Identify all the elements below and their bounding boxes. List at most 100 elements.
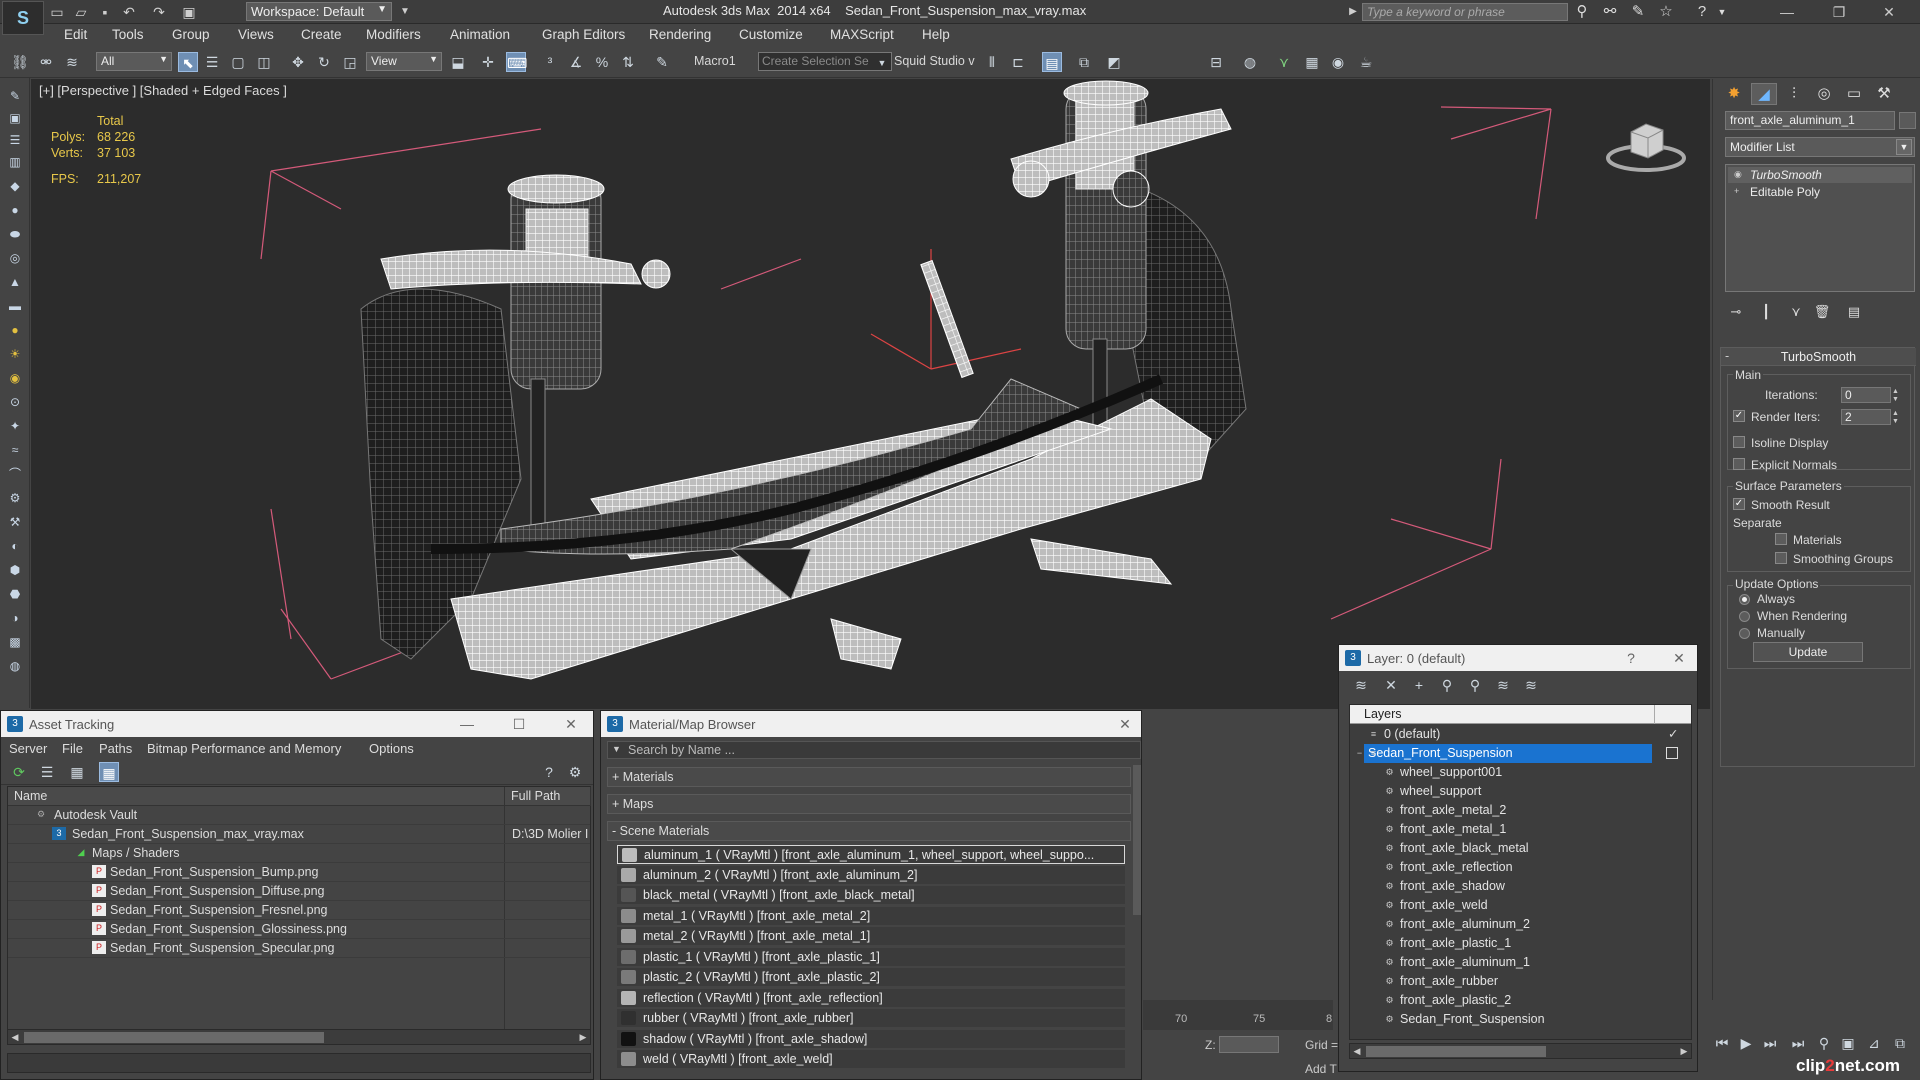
asset-tracking-header[interactable]: 3 Asset Tracking — ☐ ✕ (1, 711, 593, 737)
material-item[interactable]: shadow ( VRayMtl ) [front_axle_shadow] (617, 1030, 1125, 1049)
table-row[interactable]: P Sedan_Front_Suspension_Glossiness.png (8, 920, 590, 939)
object-color-swatch[interactable] (1899, 112, 1916, 129)
layer-row[interactable]: ⚙ front_axle_reflection (1350, 858, 1691, 877)
table-row[interactable]: P Sedan_Front_Suspension_Bump.png (8, 863, 590, 882)
menu-rendering[interactable]: Rendering (649, 27, 711, 42)
add-time-tag-label[interactable]: Add T (1305, 1062, 1337, 1076)
object-name-field[interactable]: front_axle_aluminum_1 (1725, 111, 1895, 130)
strip-systems-icon[interactable]: ⚙ (6, 490, 24, 506)
update-button[interactable]: Update (1753, 642, 1863, 662)
layer-row[interactable]: ⚙ front_axle_rubber (1350, 972, 1691, 991)
explicit-normals-checkbox[interactable] (1733, 458, 1745, 470)
display-tab-icon[interactable]: ▭ (1841, 83, 1867, 105)
strip-camera-icon[interactable]: ⊙ (6, 394, 24, 410)
layer-row[interactable]: ⚙ front_axle_aluminum_1 (1350, 953, 1691, 972)
go-to-end-icon[interactable]: ⏭ (1788, 1033, 1808, 1053)
material-item[interactable]: aluminum_2 ( VRayMtl ) [front_axle_alumi… (617, 866, 1125, 885)
menu-graph-editors[interactable]: Graph Editors (542, 27, 625, 42)
strip-globe-icon[interactable]: ◍ (6, 658, 24, 674)
keyboard-shortcut-toggle-icon[interactable]: ⌨ (506, 52, 527, 72)
render-iterative-icon[interactable]: ☕ (1356, 52, 1376, 72)
modify-tab-icon[interactable]: ◢ (1751, 83, 1777, 105)
window-crossing-icon[interactable]: ◫ (254, 52, 274, 72)
minimize-icon[interactable]: — (457, 714, 477, 734)
manually-radio[interactable] (1739, 628, 1750, 639)
make-unique-icon[interactable]: ⋎ (1787, 303, 1805, 321)
angle-snap-icon[interactable]: ∡ (566, 52, 586, 72)
save-file-icon[interactable]: ▪ (96, 3, 114, 21)
layer-row[interactable]: ⚙ front_axle_metal_2 (1350, 801, 1691, 820)
group-maps[interactable]: + Maps (607, 794, 1131, 814)
workspace-dropdown[interactable]: Workspace: Default ▼ (246, 2, 392, 21)
material-browser-header[interactable]: 3 Material/Map Browser ✕ (601, 711, 1141, 737)
strip-utility-icon[interactable]: ⚒ (6, 514, 24, 530)
percent-snap-icon[interactable]: % (592, 52, 612, 72)
mirror-icon[interactable]: ⫴ (982, 52, 1002, 72)
rectangular-selection-icon[interactable]: ▢ (228, 52, 248, 72)
configure-modifier-sets-icon[interactable]: ▤ (1845, 303, 1863, 321)
material-item[interactable]: reflection ( VRayMtl ) [front_axle_refle… (617, 989, 1125, 1008)
close-icon[interactable]: ✕ (1669, 648, 1689, 668)
menu-create[interactable]: Create (301, 27, 342, 42)
align-icon[interactable]: ⊏ (1008, 52, 1028, 72)
table-row[interactable]: ⚙ Autodesk Vault (8, 806, 590, 825)
table-view-icon[interactable]: ▦ (99, 762, 119, 782)
lightbulb-icon[interactable]: ◉ (1734, 169, 1744, 180)
menu-modifiers[interactable]: Modifiers (366, 27, 421, 42)
table-row[interactable]: ◢ Maps / Shaders (8, 844, 590, 863)
column-full-path[interactable]: Full Path (505, 787, 591, 806)
favorites-star-icon[interactable]: ☆ (1656, 2, 1676, 22)
minimize-button[interactable]: — (1764, 0, 1810, 24)
layer-row[interactable]: ⚙ front_axle_shadow (1350, 877, 1691, 896)
strip-torus-icon[interactable]: ◎ (6, 250, 24, 266)
layer-row[interactable]: ≡ 0 (default) ✓ (1350, 725, 1691, 744)
menu-views[interactable]: Views (238, 27, 274, 42)
current-layer-check-icon[interactable]: ✓ (1668, 726, 1678, 741)
menu-file[interactable]: File (62, 741, 83, 756)
strip-box-icon[interactable]: ◆ (6, 178, 24, 194)
search-input[interactable]: Type a keyword or phrase (1362, 3, 1568, 21)
menu-edit[interactable]: Edit (64, 27, 87, 42)
chevron-down-icon[interactable]: ▼ (1712, 2, 1732, 22)
expand-plus-icon[interactable]: + (1734, 186, 1744, 197)
scroll-right-icon[interactable]: ▶ (1677, 1044, 1691, 1058)
render-iters-spinner[interactable]: 2 ▲ ▼ (1841, 409, 1899, 425)
show-end-result-icon[interactable]: ┃ (1757, 303, 1775, 321)
curve-editor-icon[interactable]: ◩ (1104, 52, 1124, 72)
menu-customize[interactable]: Customize (739, 27, 803, 42)
delete-layer-icon[interactable]: ✕ (1381, 675, 1401, 695)
select-by-name-icon[interactable]: ☰ (202, 52, 222, 72)
strip-omni-icon[interactable]: ◉ (6, 370, 24, 386)
go-to-start-icon[interactable]: ⏮ (1712, 1033, 1732, 1053)
new-layer-icon[interactable]: ≋ (1351, 675, 1371, 695)
selection-filter-dropdown[interactable]: All ▼ (96, 52, 172, 71)
layer-row[interactable]: ⚙ front_axle_weld (1350, 896, 1691, 915)
manipulate-icon[interactable]: ✛ (478, 52, 498, 72)
utilities-tab-icon[interactable]: ⚒ (1871, 83, 1897, 105)
scroll-right-icon[interactable]: ▶ (576, 1030, 590, 1044)
material-item[interactable]: metal_2 ( VRayMtl ) [front_axle_metal_1] (617, 927, 1125, 946)
material-item[interactable]: rubber ( VRayMtl ) [front_axle_rubber] (617, 1009, 1125, 1028)
material-item[interactable]: black_metal ( VRayMtl ) [front_axle_blac… (617, 886, 1125, 905)
table-row[interactable]: P Sedan_Front_Suspension_Specular.png (8, 939, 590, 958)
thumbnail-view-icon[interactable]: ▦ (67, 762, 87, 782)
app-logo-icon[interactable]: S (2, 1, 44, 35)
add-to-layer-icon[interactable]: + (1409, 675, 1429, 695)
strip-modify-icon[interactable]: ◐ (6, 538, 24, 554)
group-scene-materials[interactable]: - Scene Materials (607, 821, 1131, 841)
render-setup-icon[interactable]: ⋎ (1274, 52, 1294, 72)
smoothing-groups-checkbox[interactable] (1775, 552, 1787, 564)
material-browser-scrollbar[interactable] (1133, 765, 1141, 915)
layer-row[interactable]: − ≡ Sedan_Front_Suspension (1350, 744, 1691, 763)
bind-space-warp-icon[interactable]: ≋ (62, 52, 82, 72)
asset-path-field[interactable] (7, 1053, 591, 1073)
project-folder-icon[interactable]: ▣ (180, 3, 198, 21)
rendered-frame-window-icon[interactable]: ▦ (1302, 52, 1322, 72)
hide-all-layers-icon[interactable]: ≋ (1493, 675, 1513, 695)
material-search-input[interactable]: ▼ Search by Name ... (607, 741, 1141, 759)
refresh-icon[interactable]: ⟳ (9, 762, 29, 782)
modifier-list-dropdown[interactable]: Modifier List ▼ (1725, 137, 1915, 157)
maximize-icon[interactable]: ☐ (509, 714, 529, 734)
layer-row[interactable]: ⚙ wheel_support001 (1350, 763, 1691, 782)
rotate-icon[interactable]: ↻ (314, 52, 334, 72)
